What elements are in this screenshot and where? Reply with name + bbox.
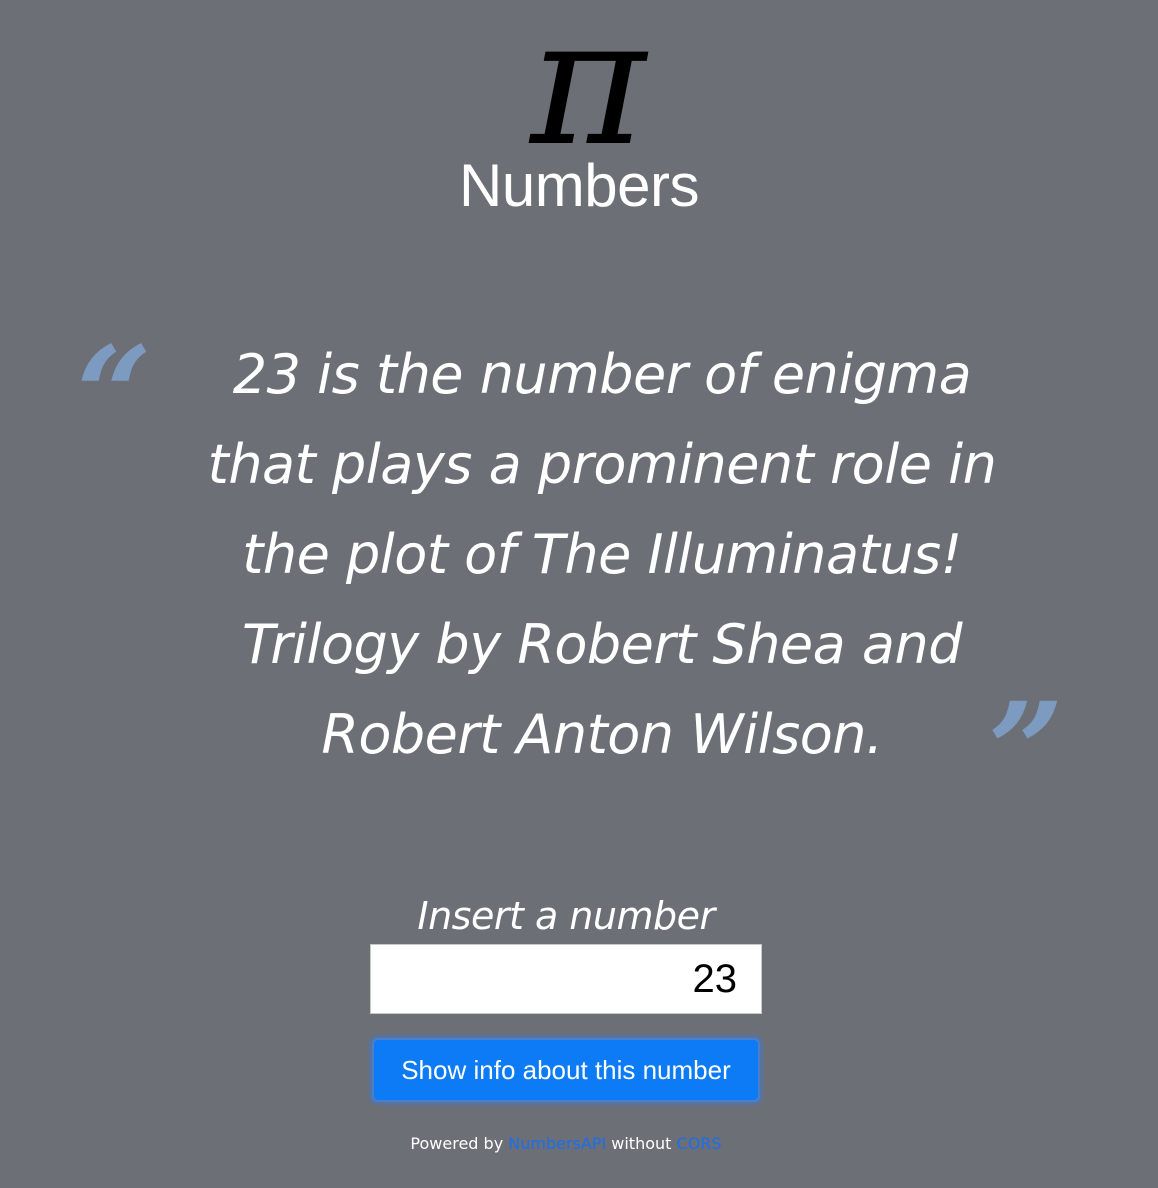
footer-prefix: Powered by bbox=[410, 1134, 504, 1153]
open-quote-icon: “ bbox=[76, 318, 152, 473]
numbersapi-link[interactable]: NumbersAPI bbox=[508, 1134, 606, 1153]
footer: Powered by NumbersAPI without CORS bbox=[0, 1134, 1132, 1154]
app-title: Numbers bbox=[459, 152, 699, 219]
pi-logo: π bbox=[0, 0, 1158, 185]
cors-link[interactable]: CORS bbox=[677, 1134, 722, 1153]
number-fact-text: 23 is the number of enigma that plays a … bbox=[207, 343, 997, 766]
pi-icon: π bbox=[530, 0, 646, 185]
number-input[interactable] bbox=[370, 944, 762, 1014]
close-quote-icon: ” bbox=[988, 674, 1064, 829]
footer-middle: without bbox=[611, 1134, 672, 1153]
insert-number-label: Insert a number bbox=[417, 894, 715, 938]
show-info-button[interactable]: Show info about this number bbox=[372, 1038, 760, 1102]
